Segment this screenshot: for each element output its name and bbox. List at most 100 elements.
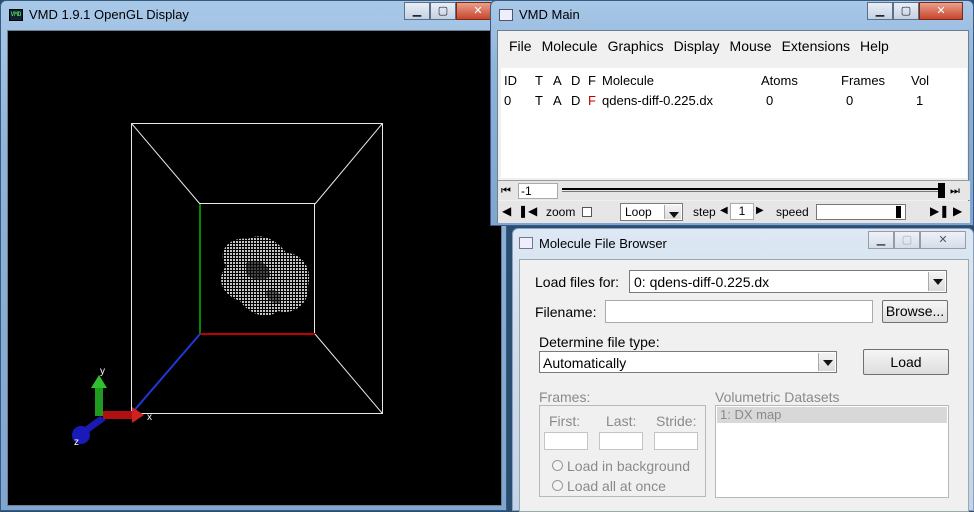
load-background-label: Load in background	[567, 458, 690, 474]
col-vol: Vol	[911, 73, 930, 88]
col-t: T	[535, 73, 543, 88]
load-files-label: Load files for:	[535, 274, 620, 290]
step-decrement-icon[interactable]: ◀	[720, 205, 728, 216]
zoom-checkbox[interactable]	[582, 207, 592, 217]
row-d[interactable]: D	[571, 93, 580, 108]
table-row[interactable]: 0 T A D F qdens-diff-0.225.dx 0 0 1	[501, 92, 967, 110]
browser-title: Molecule File Browser	[539, 236, 667, 251]
col-id: ID	[504, 73, 517, 88]
step-field[interactable]: 1	[730, 203, 754, 220]
loop-value: Loop	[625, 205, 652, 219]
opengl-titlebar[interactable]: VMD VMD 1.9.1 OpenGL Display ▁ ▢ ✕	[1, 1, 506, 29]
minimize-icon[interactable]: ▁	[868, 231, 894, 249]
col-f: F	[588, 73, 596, 88]
step-label: step	[693, 205, 716, 219]
row-a[interactable]: A	[553, 93, 562, 108]
window-icon	[519, 237, 533, 249]
list-item[interactable]: 1: DX map	[717, 407, 947, 423]
frame-slider-handle[interactable]	[938, 183, 945, 198]
main-title: VMD Main	[519, 7, 580, 22]
last-label: Last:	[606, 413, 637, 429]
maximize-icon[interactable]: ▢	[893, 2, 919, 20]
close-icon[interactable]: ✕	[919, 2, 963, 20]
speed-slider[interactable]	[816, 204, 906, 220]
file-type-value: Automatically	[543, 355, 627, 371]
step-increment-icon[interactable]: ▶	[756, 205, 764, 216]
col-a: A	[553, 73, 562, 88]
file-type-select[interactable]: Automatically	[539, 351, 837, 373]
box-z-edge	[131, 333, 201, 414]
row-t[interactable]: T	[535, 93, 543, 108]
play-reverse-icon[interactable]: ◀	[502, 204, 511, 218]
minimize-icon[interactable]: ▁	[867, 2, 893, 20]
stride-label: Stride:	[656, 413, 697, 429]
vmd-app-icon: VMD	[9, 9, 23, 21]
scene-graphic	[72, 123, 383, 444]
chevron-down-icon[interactable]	[818, 353, 835, 371]
load-files-select[interactable]: 0: qdens-diff-0.225.dx	[629, 270, 947, 293]
browse-button[interactable]: Browse...	[882, 300, 948, 323]
opengl-canvas[interactable]: y x z	[7, 30, 502, 506]
load-button[interactable]: Load	[863, 349, 949, 375]
row-frames: 0	[846, 93, 854, 108]
step-forward-icon[interactable]: ▶❚	[930, 204, 949, 218]
browser-client: Load files for: 0: qdens-diff-0.225.dx F…	[519, 259, 969, 512]
axis-label-y: y	[100, 366, 105, 377]
chevron-down-icon[interactable]	[928, 272, 945, 291]
frame-number-field[interactable]: -1	[518, 183, 558, 199]
opengl-window: VMD VMD 1.9.1 OpenGL Display ▁ ▢ ✕ y x z	[0, 0, 507, 511]
menu-mouse[interactable]: Mouse	[725, 38, 777, 54]
axes-indicator	[72, 375, 144, 444]
first-field[interactable]	[544, 432, 588, 450]
row-f[interactable]: F	[588, 93, 596, 108]
load-background-radio[interactable]	[552, 460, 563, 471]
menu-display[interactable]: Display	[669, 38, 725, 54]
file-browser-window: Molecule File Browser ▁ ▢ ✕ Load files f…	[512, 228, 974, 512]
last-field[interactable]	[599, 432, 643, 450]
browser-titlebar[interactable]: Molecule File Browser ▁ ▢ ✕	[513, 229, 973, 257]
main-client: File Molecule Graphics Display Mouse Ext…	[497, 30, 970, 223]
col-atoms: Atoms	[761, 73, 798, 88]
menu-file[interactable]: File	[504, 38, 537, 54]
close-icon[interactable]: ✕	[920, 231, 966, 249]
row-atoms: 0	[766, 93, 774, 108]
skip-to-start-icon[interactable]: ⏮	[501, 184, 517, 198]
load-all-label: Load all at once	[567, 478, 666, 494]
step-back-icon[interactable]: ❚◀	[518, 204, 537, 218]
minimize-icon[interactable]: ▁	[404, 2, 430, 20]
frame-slider-track[interactable]	[562, 188, 942, 192]
menu-extensions[interactable]: Extensions	[777, 38, 855, 54]
main-titlebar[interactable]: VMD Main ▁ ▢ ✕	[491, 1, 973, 29]
axis-label-z: z	[74, 437, 79, 448]
frame-slider-row: ⏮ -1 ⏭	[498, 180, 970, 200]
menu-molecule[interactable]: Molecule	[537, 38, 603, 54]
density-isosurface	[221, 236, 310, 316]
opengl-title: VMD 1.9.1 OpenGL Display	[29, 7, 189, 22]
main-menubar: File Molecule Graphics Display Mouse Ext…	[498, 31, 968, 61]
frames-label: Frames:	[539, 389, 591, 405]
maximize-icon[interactable]: ▢	[430, 2, 456, 20]
loop-select[interactable]: Loop	[620, 203, 683, 221]
file-type-label: Determine file type:	[539, 334, 660, 350]
menu-help[interactable]: Help	[855, 38, 894, 54]
volumetric-label: Volumetric Datasets	[715, 389, 840, 405]
skip-to-end-icon[interactable]: ⏭	[950, 184, 966, 198]
window-icon	[499, 9, 513, 21]
row-molecule: qdens-diff-0.225.dx	[602, 93, 714, 108]
molecule-list[interactable]: ID T A D F Molecule Atoms Frames Vol 0 T…	[501, 68, 967, 178]
menu-graphics[interactable]: Graphics	[603, 38, 669, 54]
play-forward-icon[interactable]: ▶	[953, 204, 962, 218]
chevron-down-icon[interactable]	[664, 205, 681, 219]
col-d: D	[571, 73, 581, 88]
playback-row: ◀ ❚◀ zoom Loop step ◀ 1 ▶ speed ▶❚ ▶	[498, 201, 970, 223]
filename-field[interactable]	[605, 300, 873, 323]
load-all-radio[interactable]	[552, 480, 563, 491]
volumetric-list[interactable]: 1: DX map	[715, 405, 949, 498]
speed-slider-handle[interactable]	[896, 206, 901, 218]
frames-group: First: Last: Stride: Load in background …	[539, 405, 706, 497]
stride-field[interactable]	[654, 432, 698, 450]
zoom-label: zoom	[546, 205, 576, 219]
filename-label: Filename:	[535, 304, 597, 320]
maximize-icon[interactable]: ▢	[894, 231, 920, 249]
col-molecule: Molecule	[602, 73, 655, 88]
